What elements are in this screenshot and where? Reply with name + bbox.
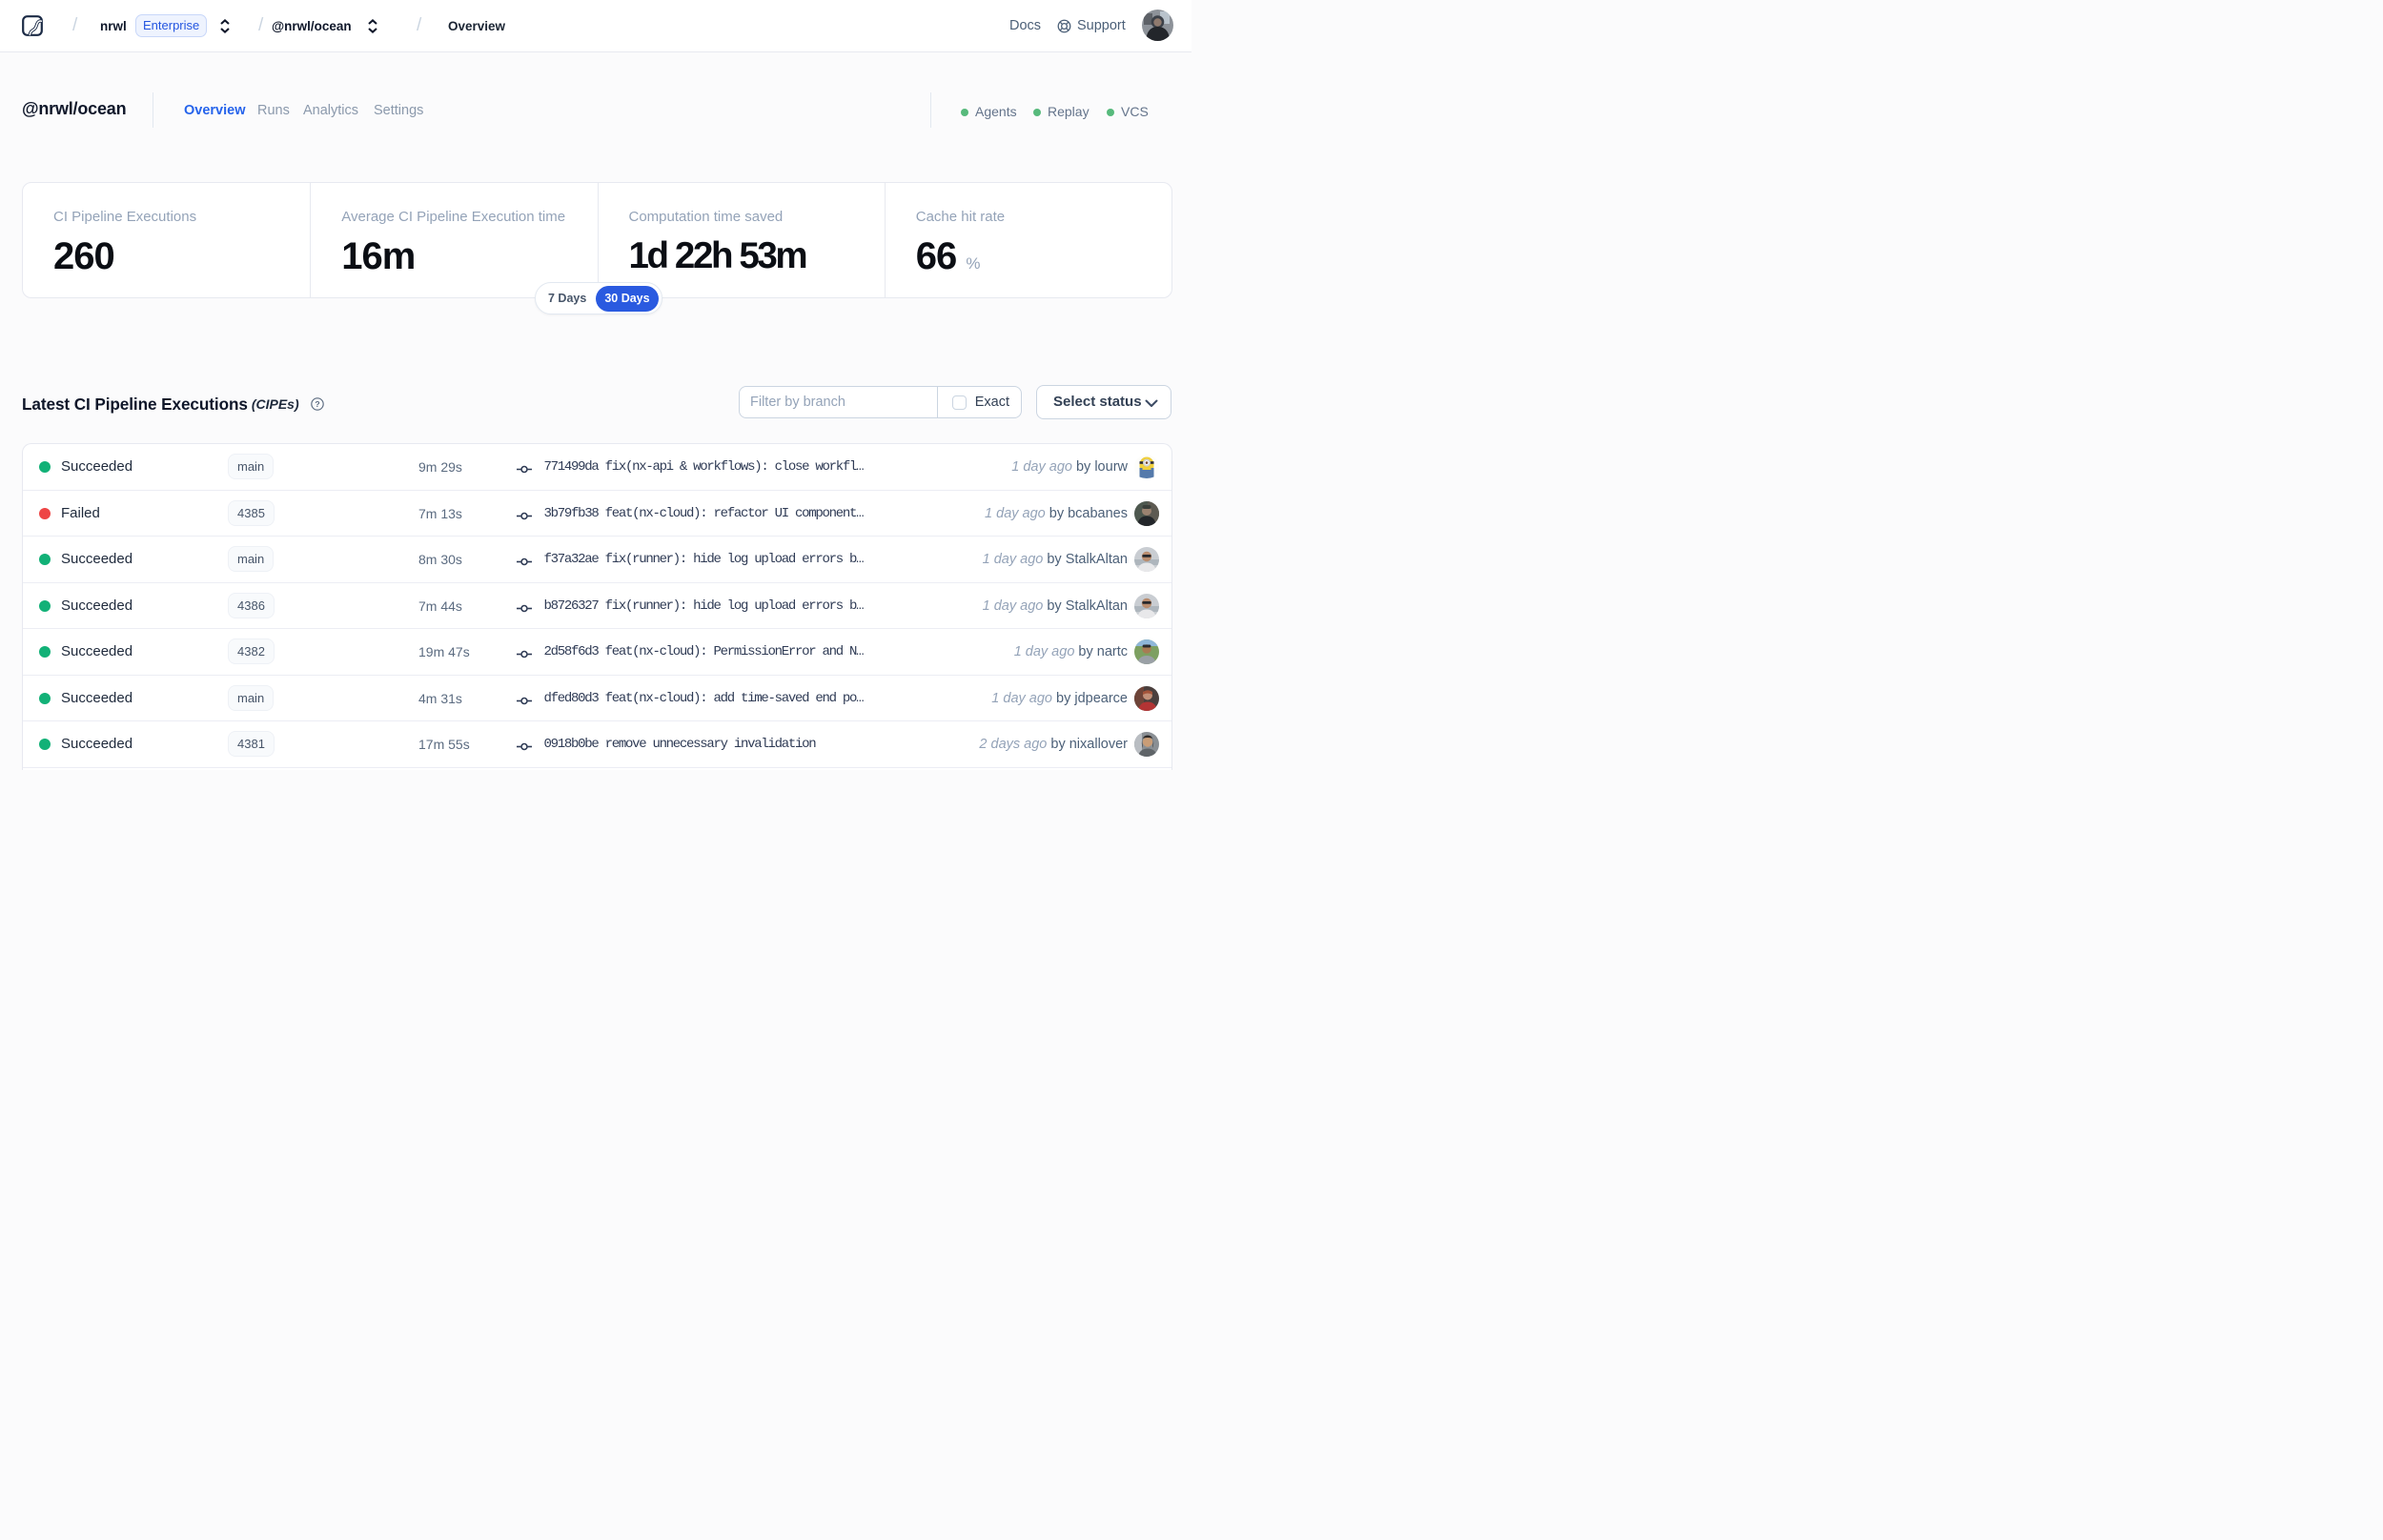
svg-text:?: ? — [315, 399, 319, 409]
